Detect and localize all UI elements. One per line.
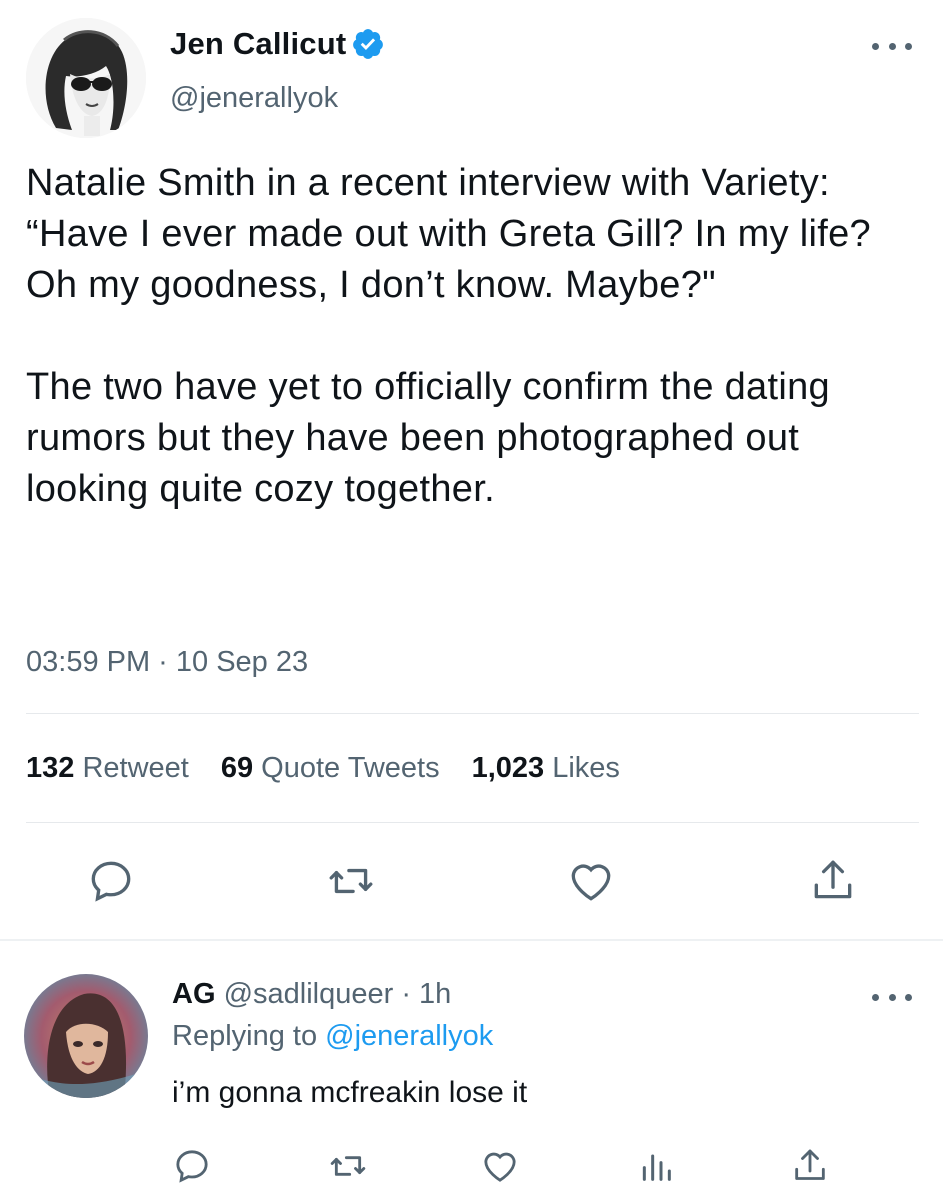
likes-stat[interactable]: 1,023 Likes bbox=[472, 752, 620, 785]
reply-author-name[interactable]: AG bbox=[172, 978, 216, 1010]
reply-icon[interactable] bbox=[172, 1146, 212, 1186]
author-name[interactable]: Jen Callicut bbox=[170, 26, 346, 62]
quote-tweets-label: Quote Tweets bbox=[261, 752, 440, 784]
author-handle[interactable]: @jenerallyok bbox=[170, 82, 338, 115]
analytics-icon[interactable] bbox=[636, 1146, 676, 1186]
retweet-count: 132 bbox=[26, 752, 75, 784]
like-icon[interactable] bbox=[566, 856, 616, 906]
quote-tweets-stat[interactable]: 69 Quote Tweets bbox=[221, 752, 440, 785]
likes-count: 1,023 bbox=[471, 752, 545, 784]
tweet-timestamp[interactable]: 03:59 PM · 10 Sep 23 bbox=[26, 646, 308, 679]
replying-to-link[interactable]: @jenerallyok bbox=[325, 1020, 493, 1052]
retweet-icon[interactable] bbox=[328, 1146, 368, 1186]
tweet-text: Natalie Smith in a recent interview with… bbox=[26, 162, 871, 510]
reply-header: AG @sadlilqueer · 1h bbox=[172, 978, 451, 1011]
like-icon[interactable] bbox=[480, 1146, 520, 1186]
share-icon[interactable] bbox=[790, 1146, 830, 1186]
reply-text: i’m gonna mcfreakin lose it bbox=[172, 1076, 528, 1109]
divider bbox=[26, 822, 919, 823]
reply-time[interactable]: · 1h bbox=[401, 978, 451, 1010]
author-name-row[interactable]: Jen Callicut bbox=[170, 26, 385, 62]
tweet-stats: 132 Retweet 69 Quote Tweets 1,023 Likes bbox=[26, 752, 620, 785]
retweet-label: Retweet bbox=[82, 752, 189, 784]
more-options-icon[interactable] bbox=[872, 36, 912, 56]
reply-more-options-icon[interactable] bbox=[872, 988, 912, 1006]
replying-to-line: Replying to @jenerallyok bbox=[172, 1020, 493, 1053]
quote-tweets-count: 69 bbox=[220, 752, 254, 784]
divider bbox=[26, 713, 919, 714]
retweet-icon[interactable] bbox=[326, 856, 376, 906]
reply-author-avatar[interactable] bbox=[24, 974, 148, 1098]
reply-author-handle[interactable]: @sadlilqueer bbox=[224, 978, 394, 1010]
replying-to-prefix: Replying to bbox=[172, 1020, 318, 1052]
reply-icon[interactable] bbox=[86, 856, 136, 906]
likes-label: Likes bbox=[552, 752, 620, 784]
share-icon[interactable] bbox=[808, 856, 858, 906]
retweet-stat[interactable]: 132 Retweet bbox=[26, 752, 189, 785]
author-avatar[interactable] bbox=[26, 18, 146, 138]
section-separator bbox=[0, 939, 943, 941]
verified-badge-icon bbox=[351, 27, 385, 61]
